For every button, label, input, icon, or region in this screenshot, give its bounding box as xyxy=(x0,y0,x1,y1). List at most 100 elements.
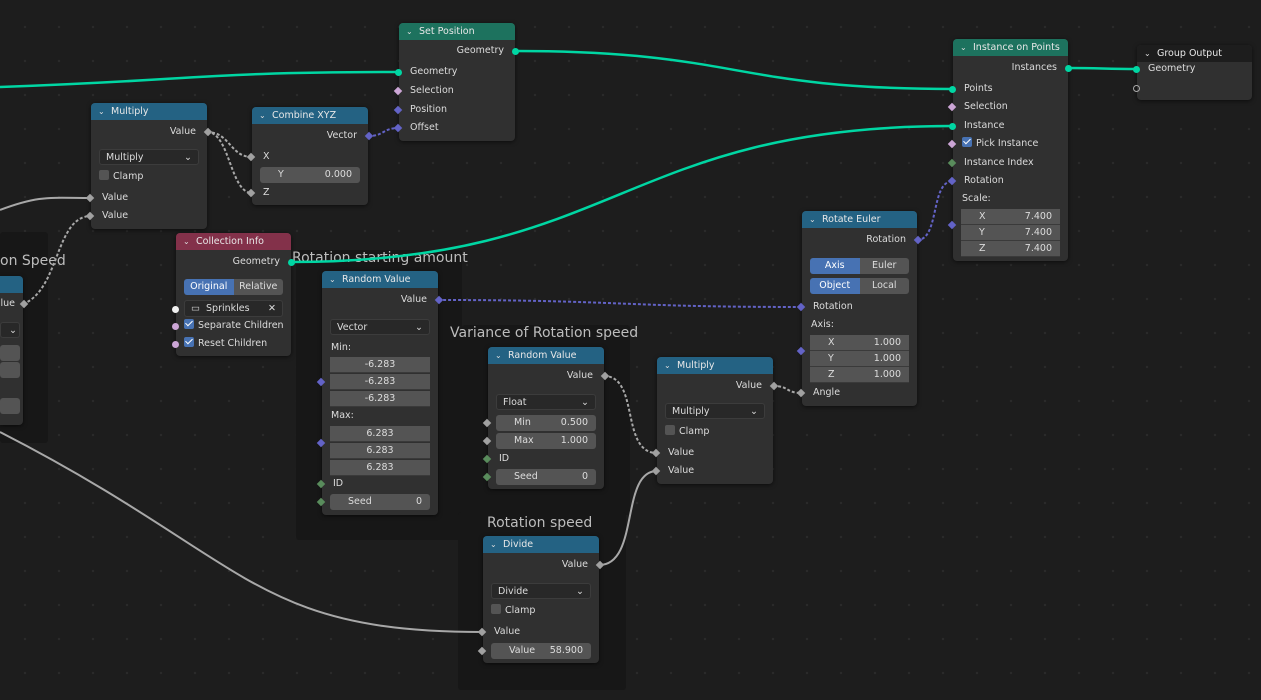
node-random-value-float[interactable]: ⌄ Random Value Value Float ⌄ Min 0.500 Max 1… xyxy=(482,347,610,489)
node-header[interactable]: ⌄ Divide xyxy=(483,536,599,553)
node-header[interactable]: ⌄ Multiply xyxy=(91,103,207,120)
collapse-chevron-icon[interactable]: ⌄ xyxy=(960,39,967,56)
node-header[interactable]: ⌄ Set Position xyxy=(399,23,515,40)
collapse-chevron-icon[interactable]: ⌄ xyxy=(495,347,502,364)
node-header[interactable]: ⌄ Group Output xyxy=(1137,45,1252,62)
collapse-chevron-icon[interactable]: ⌄ xyxy=(183,233,190,250)
min-x-field[interactable]: -6.283 xyxy=(330,357,430,373)
node-divide[interactable]: ⌄ Divide Value Divide ⌄ Clamp Value Value 5… xyxy=(477,536,605,663)
operation-dropdown[interactable]: Multiply ⌄ xyxy=(665,403,765,419)
pick-instance-checkbox[interactable]: Pick Instance xyxy=(947,137,1068,151)
axis-y-field[interactable]: Y 1.000 xyxy=(810,351,909,367)
geometry-socket-icon[interactable] xyxy=(512,47,519,55)
node-header[interactable]: ⌄ Random Value xyxy=(488,347,604,364)
y-field[interactable]: Y 0.000 xyxy=(260,167,360,183)
object-button[interactable]: Object xyxy=(810,278,860,294)
node-header[interactable]: ⌄ Multiply xyxy=(657,357,773,374)
node-rotate-euler[interactable]: ⌄ Rotate Euler Rotation Axis AngleEuler O… xyxy=(796,211,923,406)
node-header[interactable]: ⌄ Rotate Euler xyxy=(802,211,917,228)
geometry-socket-icon[interactable] xyxy=(1133,65,1140,73)
axis-angle-button[interactable]: Axis Angle xyxy=(810,258,860,274)
collapse-chevron-icon[interactable]: ⌄ xyxy=(1144,45,1151,62)
operation-dropdown[interactable]: ⌄ xyxy=(0,322,20,338)
relative-button[interactable]: Relative xyxy=(233,279,283,295)
empty-socket-icon[interactable] xyxy=(1133,84,1140,92)
transform-space-toggle[interactable]: Original Relative xyxy=(184,279,283,295)
bool-socket-icon[interactable] xyxy=(172,340,179,348)
data-type-dropdown[interactable]: Float ⌄ xyxy=(496,394,596,410)
node-header[interactable]: ⌄ Collection Info xyxy=(176,233,291,250)
clamp-checkbox[interactable]: Clamp xyxy=(483,604,599,618)
geometry-socket-icon[interactable] xyxy=(1065,64,1072,72)
checkbox-icon[interactable] xyxy=(99,170,109,180)
scale-y-field[interactable]: Y 7.400 xyxy=(961,225,1060,241)
scale-z-field[interactable]: Z 7.400 xyxy=(961,241,1060,257)
scale-x-field[interactable]: X 7.400 xyxy=(961,209,1060,225)
node-set-position[interactable]: ⌄ Set Position Geometry Geometry Selectio… xyxy=(393,23,519,141)
checkbox-icon[interactable] xyxy=(184,337,194,347)
max-y-field[interactable]: 6.283 xyxy=(330,443,430,459)
value-field[interactable] xyxy=(0,362,20,378)
geometry-socket-icon[interactable] xyxy=(949,85,956,93)
value-field[interactable] xyxy=(0,398,20,414)
node-header[interactable] xyxy=(0,276,23,293)
geometry-socket-icon[interactable] xyxy=(288,258,295,266)
collection-socket-icon[interactable] xyxy=(172,305,179,313)
max-field[interactable]: Max 1.000 xyxy=(496,433,596,449)
axis-x-field[interactable]: X 1.000 xyxy=(810,335,909,351)
seed-field[interactable]: Seed 0 xyxy=(496,469,596,485)
data-type-dropdown[interactable]: Vector ⌄ xyxy=(330,319,430,335)
node-collection-info[interactable]: ⌄ Collection Info Geometry Original Relati… xyxy=(172,233,295,356)
node-instance-on-points[interactable]: ⌄ Instance on Points Instances Points Sel… xyxy=(947,39,1072,261)
seed-field[interactable]: Seed 0 xyxy=(330,494,430,510)
checkbox-label: Separate Children xyxy=(198,320,284,331)
axis-z-field[interactable]: Z 1.000 xyxy=(810,367,909,383)
collapse-chevron-icon[interactable]: ⌄ xyxy=(98,103,105,120)
node-partial-left[interactable]: lue ⌄ xyxy=(0,276,29,425)
collapse-chevron-icon[interactable]: ⌄ xyxy=(490,536,497,553)
rotation-type-toggle[interactable]: Axis AngleEuler xyxy=(810,258,909,274)
checkbox-icon[interactable] xyxy=(665,425,675,435)
checkbox-icon[interactable] xyxy=(184,319,194,329)
max-z-field[interactable]: 6.283 xyxy=(330,460,430,476)
clamp-checkbox[interactable]: Clamp xyxy=(657,425,773,439)
collapse-chevron-icon[interactable]: ⌄ xyxy=(406,23,413,40)
geometry-socket-icon[interactable] xyxy=(395,68,402,76)
min-y-field[interactable]: -6.283 xyxy=(330,374,430,390)
reset-children-checkbox[interactable]: Reset Children xyxy=(172,337,291,351)
collapse-chevron-icon[interactable]: ⌄ xyxy=(664,357,671,374)
node-header[interactable]: ⌄ Combine XYZ xyxy=(252,107,368,124)
link-field xyxy=(603,375,658,454)
checkbox-icon[interactable] xyxy=(491,604,501,614)
collapse-chevron-icon[interactable]: ⌄ xyxy=(809,211,816,228)
clamp-checkbox[interactable]: Clamp xyxy=(91,170,207,184)
node-random-value-vector[interactable]: ⌄ Random Value Value Vector ⌄ Min: -6.283 … xyxy=(316,271,444,515)
value-field[interactable] xyxy=(0,345,20,361)
node-header[interactable]: ⌄ Random Value xyxy=(322,271,438,288)
collection-selector[interactable]: ▭ Sprinkles ✕ xyxy=(184,300,283,317)
node-multiply[interactable]: ⌄ Multiply Value Multiply ⌄ Clamp Value Va… xyxy=(85,103,213,229)
local-button[interactable]: Local xyxy=(859,278,909,294)
euler-button[interactable]: Euler xyxy=(859,258,909,274)
node-combine-xyz[interactable]: ⌄ Combine XYZ Vector X Y 0.000 Z xyxy=(246,107,374,205)
clear-x-icon[interactable]: ✕ xyxy=(268,301,276,316)
node-multiply-2[interactable]: ⌄ Multiply Value Multiply ⌄ Clamp Value Va… xyxy=(651,357,779,484)
bool-socket-icon[interactable] xyxy=(172,322,179,330)
value-field[interactable]: Value 58.900 xyxy=(491,643,591,659)
collapse-chevron-icon[interactable]: ⌄ xyxy=(259,107,266,124)
operation-dropdown[interactable]: Multiply ⌄ xyxy=(99,149,199,165)
original-button[interactable]: Original xyxy=(184,279,234,295)
max-x-field[interactable]: 6.283 xyxy=(330,426,430,442)
operation-dropdown[interactable]: Divide ⌄ xyxy=(491,583,591,599)
node-header[interactable]: ⌄ Instance on Points xyxy=(953,39,1068,56)
geometry-socket-icon[interactable] xyxy=(949,122,956,130)
min-z-field[interactable]: -6.283 xyxy=(330,391,430,407)
socket-row: Rotation xyxy=(947,174,1068,188)
field-value: 1.000 xyxy=(873,337,901,348)
collapse-chevron-icon[interactable]: ⌄ xyxy=(329,271,336,288)
min-field[interactable]: Min 0.500 xyxy=(496,415,596,431)
checkbox-icon[interactable] xyxy=(962,137,972,147)
space-toggle[interactable]: Object Local xyxy=(810,278,909,294)
separate-children-checkbox[interactable]: Separate Children xyxy=(172,319,291,333)
node-group-output[interactable]: ⌄ Group Output Geometry xyxy=(1133,45,1252,100)
